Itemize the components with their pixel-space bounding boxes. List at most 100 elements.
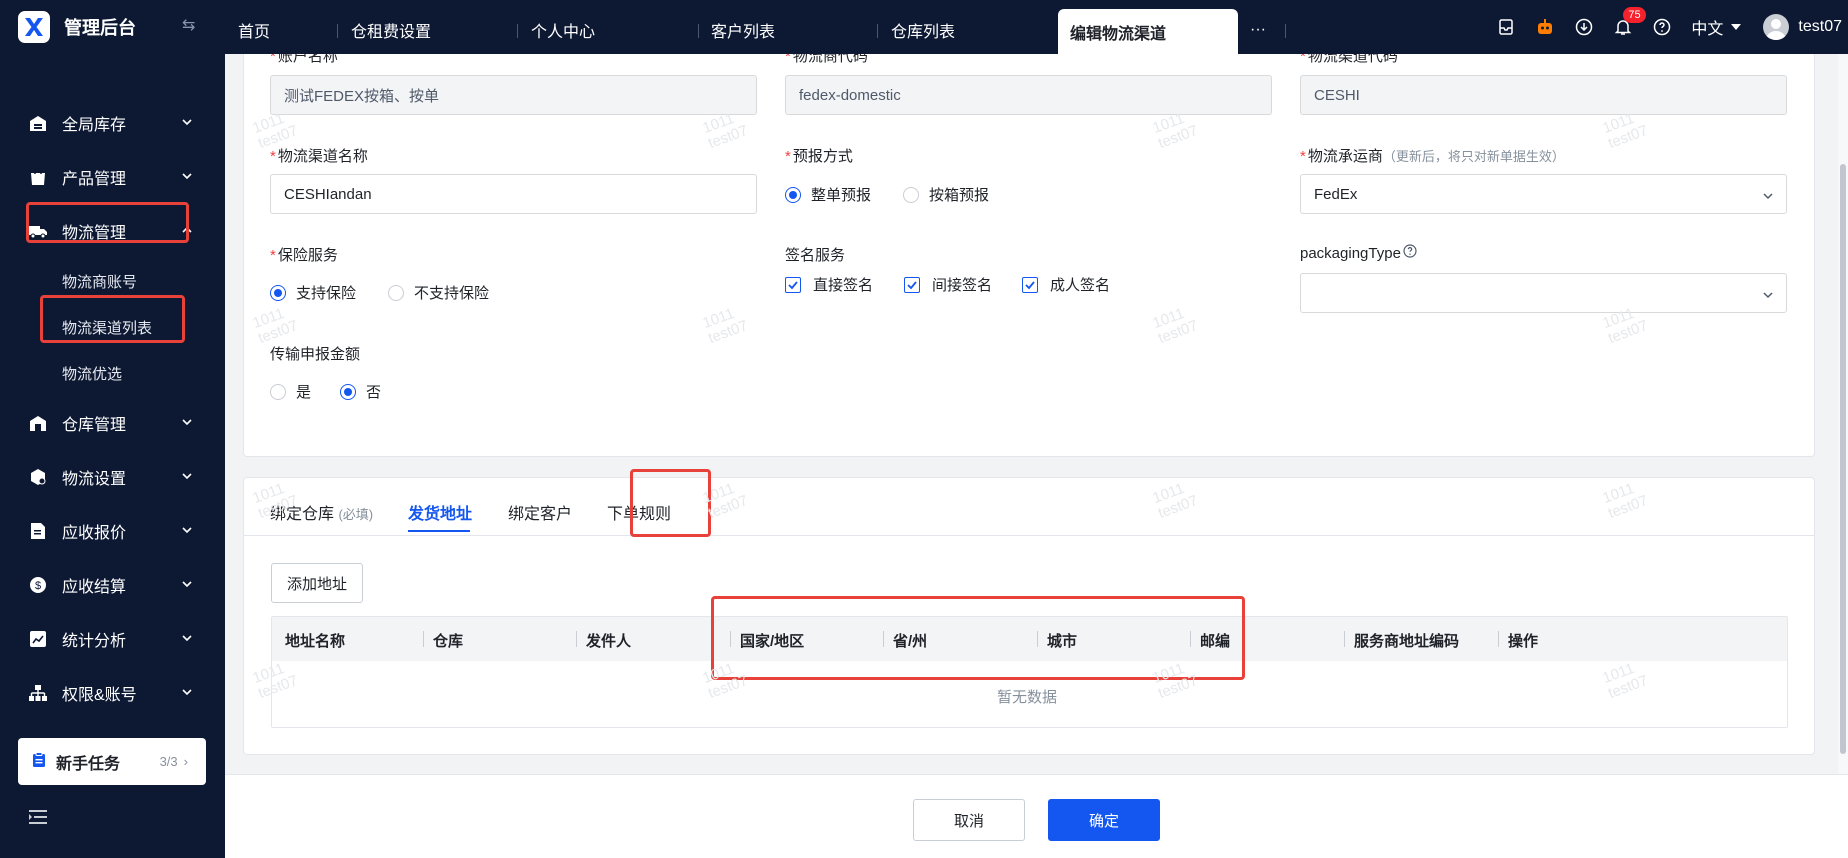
signature-indirect-checkbox[interactable]: 间接签名 [904, 274, 992, 295]
app-logo-icon [18, 11, 50, 43]
account-name-input[interactable]: 测试FEDEX按箱、按单 [270, 75, 757, 115]
col-zipcode[interactable]: 邮编 [1200, 630, 1230, 651]
product-bag-icon [28, 167, 48, 187]
bell-icon[interactable]: 75 [1613, 7, 1646, 37]
cancel-button[interactable]: 取消 [913, 799, 1025, 841]
packaging-type-select[interactable] [1300, 273, 1787, 313]
sidebar-item-label: 全局库存 [62, 117, 127, 134]
provider-code-input[interactable]: fedex-domestic [785, 75, 1272, 115]
tab-personal-center[interactable]: 个人中心 [531, 0, 595, 54]
sidebar-subitem-provider-accounts[interactable]: 物流商账号 [0, 258, 225, 304]
tab-bind-customer[interactable]: 绑定客户 [508, 500, 572, 524]
sidebar-item-logistics-settings[interactable]: 物流设置 [0, 450, 225, 504]
sidebar-item-warehouse[interactable]: 仓库管理 [0, 396, 225, 450]
confirm-button[interactable]: 确定 [1048, 799, 1160, 841]
col-divider [730, 631, 731, 647]
table-header: 地址名称 仓库 发件人 国家/地区 省/州 城市 邮编 服务商地址编码 操作 [272, 617, 1787, 661]
col-actions[interactable]: 操作 [1508, 630, 1538, 651]
sidebar-subitem-logistics-optimize[interactable]: 物流优选 [0, 350, 225, 396]
sidebar-item-statistics[interactable]: 统计分析 [0, 612, 225, 666]
col-sender[interactable]: 发件人 [586, 630, 631, 651]
signature-direct-checkbox[interactable]: 直接签名 [785, 274, 873, 295]
provider-code-label: * 物流商代码 [785, 54, 868, 65]
tab-customer-list[interactable]: 客户列表 [711, 0, 775, 54]
forecast-radio-box[interactable]: 按箱预报 [903, 184, 989, 205]
tab-home[interactable]: 首页 [238, 0, 270, 54]
tab-order-rules[interactable]: 下单规则 [607, 500, 671, 524]
checkbox-checked-icon [904, 276, 920, 293]
col-divider [883, 631, 884, 647]
notification-badge: 75 [1623, 7, 1646, 23]
sidebar-item-receivable-quote[interactable]: 应收报价 [0, 504, 225, 558]
novice-task-card[interactable]: 新手任务 3/3 › [18, 738, 206, 785]
col-city[interactable]: 城市 [1047, 630, 1077, 651]
username[interactable]: test07 [1798, 18, 1842, 36]
empty-state-text: 暂无数据 [997, 689, 1058, 706]
warehouse-icon [28, 413, 48, 433]
download-icon[interactable] [1574, 17, 1594, 37]
collapse-arrows-icon[interactable]: ⇆ [182, 15, 195, 35]
sidebar-subitem-channel-list[interactable]: 物流渠道列表 [0, 304, 225, 350]
inbox-icon[interactable] [1496, 17, 1516, 37]
truck-icon [28, 221, 48, 241]
col-divider [423, 631, 424, 647]
chevron-down-icon [181, 415, 193, 433]
tab-storage-fee[interactable]: 仓租费设置 [351, 0, 431, 54]
chevron-down-icon [181, 685, 193, 703]
toolbar-right: 75 中文 test07 [1496, 0, 1848, 54]
robot-icon[interactable] [1535, 17, 1555, 37]
insurance-radio-support[interactable]: 支持保险 [270, 282, 356, 303]
sidebar-menu: 全局库存 产品管理 物流管理 物流商账号 物流渠道列表 物流优选 仓库管理 物流… [0, 96, 225, 720]
forecast-radio-whole[interactable]: 整单预报 [785, 184, 871, 205]
sidebar: 管理后台 ⇆ 全局库存 产品管理 物流管理 物流商账号 物流渠道列表 物流优选 … [0, 0, 225, 858]
address-tabs-card: 绑定仓库 (必填) 发货地址 绑定客户 下单规则 添加地址 地址名称 仓库 发件… [243, 469, 1815, 755]
sidebar-item-global-stock[interactable]: 全局库存 [0, 96, 225, 150]
checkbox-checked-icon [785, 276, 801, 293]
col-province[interactable]: 省/州 [893, 630, 927, 651]
radio-unchecked-icon [270, 383, 286, 400]
task-count: 3/3 › [159, 754, 188, 769]
carrier-label: * 物流承运商（更新后，将只对新单据生效） [1300, 148, 1565, 165]
scrollbar-thumb[interactable] [1840, 164, 1846, 754]
sidebar-item-products[interactable]: 产品管理 [0, 150, 225, 204]
sidebar-item-label: 物流设置 [62, 471, 127, 488]
sidebar-item-label: 产品管理 [62, 171, 127, 188]
add-address-button[interactable]: 添加地址 [271, 563, 363, 603]
declare-radio-yes[interactable]: 是 [270, 381, 311, 402]
tab-shipping-address[interactable]: 发货地址 [408, 500, 472, 524]
tab-bind-warehouse[interactable]: 绑定仓库 (必填) [270, 500, 373, 524]
col-address-name[interactable]: 地址名称 [285, 630, 345, 651]
channel-name-label: * 物流渠道名称 [270, 148, 368, 165]
forecast-method-label: * 预报方式 [785, 148, 853, 165]
radio-checked-icon [340, 383, 356, 400]
account-name-label: * 账户名称 [270, 54, 338, 65]
declare-radio-no[interactable]: 否 [340, 381, 381, 402]
sidebar-item-logistics[interactable]: 物流管理 [0, 204, 225, 258]
form-footer: 取消 确定 [225, 774, 1848, 858]
channel-code-input[interactable]: CESHI [1300, 75, 1787, 115]
menu-fold-icon[interactable] [28, 808, 48, 830]
page-scrollbar[interactable] [1838, 54, 1848, 774]
col-warehouse[interactable]: 仓库 [433, 630, 463, 651]
language-select[interactable]: 中文 [1691, 15, 1742, 39]
logistics-settings-icon [28, 467, 48, 487]
help-icon[interactable] [1652, 17, 1672, 37]
avatar[interactable] [1763, 14, 1790, 40]
col-country[interactable]: 国家/地区 [740, 630, 804, 651]
channel-name-input[interactable]: CESHIandan [270, 174, 757, 214]
carrier-select[interactable]: FedEx [1300, 174, 1787, 214]
col-provider-address-code[interactable]: 服务商地址编码 [1354, 630, 1459, 651]
task-list-icon [32, 751, 46, 772]
top-tabs-bar: 首页 仓租费设置 个人中心 客户列表 仓库列表 编辑物流渠道 ··· 75 中文… [225, 0, 1848, 54]
question-circle-icon[interactable] [1403, 244, 1417, 262]
signature-adult-checkbox[interactable]: 成人签名 [1022, 274, 1110, 295]
sidebar-item-receivable-settlement[interactable]: $ 应收结算 [0, 558, 225, 612]
tab-warehouse-list[interactable]: 仓库列表 [891, 0, 955, 54]
tab-edit-logistics-channel[interactable]: 编辑物流渠道 [1058, 9, 1238, 54]
insurance-radio-none[interactable]: 不支持保险 [388, 282, 489, 303]
sidebar-item-permissions[interactable]: 权限&账号 [0, 666, 225, 720]
signature-label: 签名服务 [785, 247, 846, 264]
more-tabs-icon[interactable]: ··· [1250, 0, 1266, 54]
chevron-right-icon: › [183, 754, 188, 769]
radio-checked-icon [785, 186, 801, 203]
